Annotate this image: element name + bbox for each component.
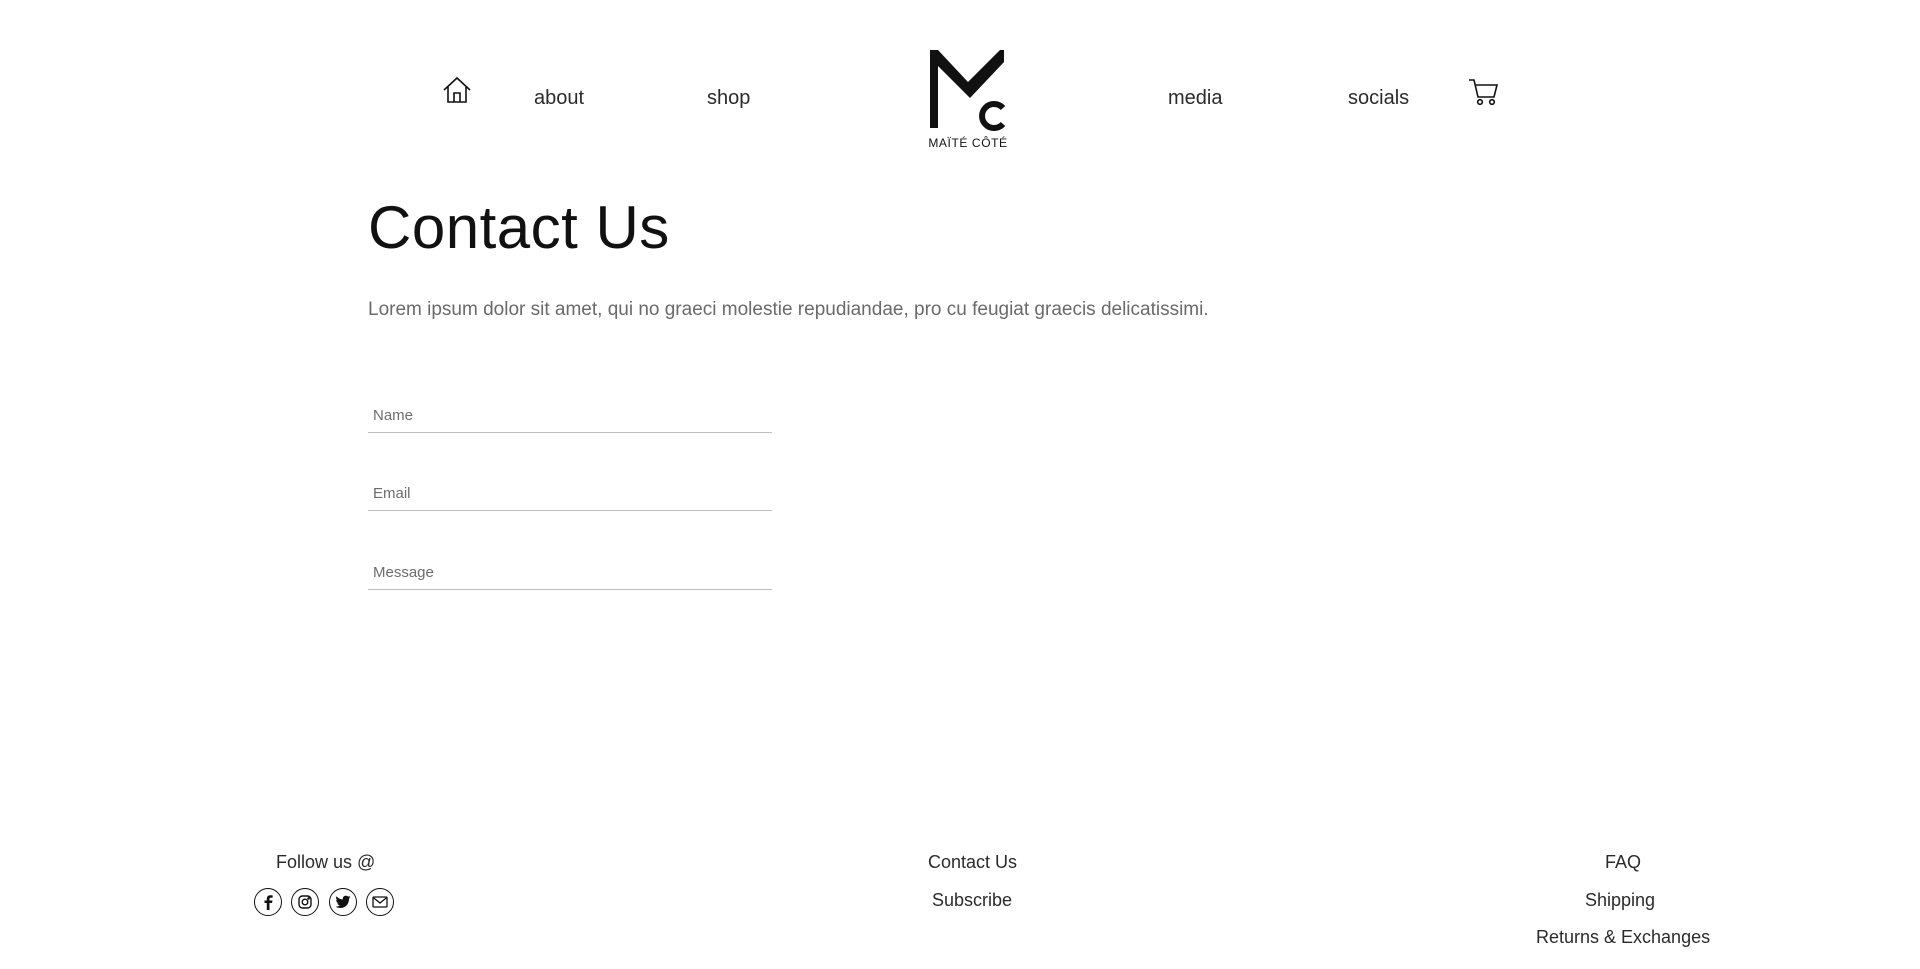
nav-about[interactable]: about — [534, 88, 584, 108]
email-field — [368, 476, 772, 511]
page-title: Contact Us — [368, 194, 670, 261]
footer-link-faq[interactable]: FAQ — [1605, 852, 1641, 873]
mail-icon[interactable] — [366, 888, 394, 916]
instagram-icon[interactable] — [291, 888, 319, 916]
logo[interactable]: MAÏTÉ CÔTÉ — [928, 48, 1008, 152]
nav-socials[interactable]: socials — [1348, 88, 1409, 108]
logo-mark — [930, 50, 1006, 131]
name-field — [368, 398, 772, 433]
footer-link-subscribe[interactable]: Subscribe — [932, 890, 1012, 911]
cart-icon[interactable] — [1468, 77, 1500, 107]
footer-link-returns[interactable]: Returns & Exchanges — [1536, 927, 1710, 948]
message-field — [368, 555, 772, 590]
nav-media[interactable]: media — [1168, 88, 1222, 108]
logo-text: MAÏTÉ CÔTÉ — [928, 136, 1008, 150]
facebook-icon[interactable] — [254, 888, 282, 916]
name-input[interactable] — [368, 398, 772, 432]
nav-shop[interactable]: shop — [707, 88, 750, 108]
message-input[interactable] — [368, 555, 772, 589]
footer-link-shipping[interactable]: Shipping — [1585, 890, 1655, 911]
email-input[interactable] — [368, 476, 772, 510]
follow-label: Follow us @ — [276, 852, 376, 872]
twitter-icon[interactable] — [329, 888, 357, 916]
intro-text: Lorem ipsum dolor sit amet, qui no graec… — [368, 299, 1209, 320]
home-icon[interactable] — [442, 75, 472, 105]
footer-link-contact-us[interactable]: Contact Us — [928, 852, 1017, 873]
